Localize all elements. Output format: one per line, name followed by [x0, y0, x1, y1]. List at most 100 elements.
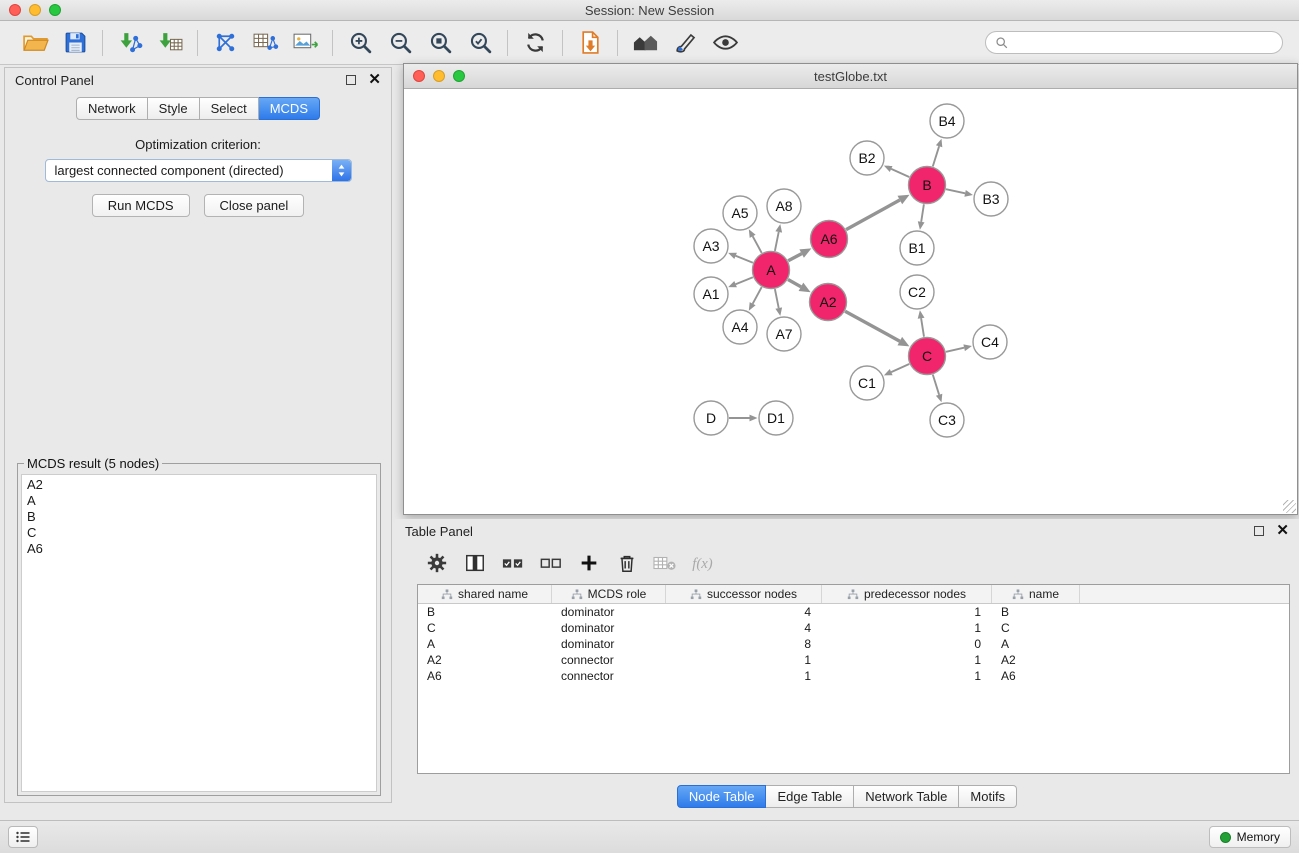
graph-node-A[interactable]: A — [753, 252, 790, 289]
tab-select[interactable]: Select — [200, 97, 259, 120]
table-row[interactable]: A6connector11A6 — [418, 668, 1289, 684]
select-all-button[interactable] — [499, 549, 527, 577]
close-panel-icon-button[interactable]: ✕ — [368, 75, 381, 85]
graph-edge-A-A6[interactable] — [788, 254, 802, 261]
graph-edge-A-A4[interactable] — [753, 287, 762, 304]
result-item[interactable]: A6 — [27, 541, 371, 557]
minimize-window-button[interactable] — [29, 4, 41, 16]
import-document-button[interactable] — [572, 27, 608, 59]
zoom-selected-button[interactable] — [462, 27, 498, 59]
close-table-panel-button[interactable]: ✕ — [1276, 526, 1289, 536]
new-network-table-button[interactable] — [247, 27, 283, 59]
close-window-button[interactable] — [9, 4, 21, 16]
result-item[interactable]: B — [27, 509, 371, 525]
column-header[interactable]: MCDS role — [552, 585, 666, 603]
graph-node-D[interactable]: D — [694, 401, 728, 435]
column-header[interactable]: shared name — [418, 585, 552, 603]
graph-node-B[interactable]: B — [909, 167, 946, 204]
unselect-all-button[interactable] — [537, 549, 565, 577]
graph-edge-A6-B[interactable] — [846, 200, 900, 230]
result-item[interactable]: A2 — [27, 477, 371, 493]
network-share-button[interactable] — [207, 27, 243, 59]
zoom-in-button[interactable] — [342, 27, 378, 59]
column-header[interactable]: predecessor nodes — [822, 585, 992, 603]
graph-node-C1[interactable]: C1 — [850, 366, 884, 400]
add-row-button[interactable] — [575, 549, 603, 577]
graph-edge-B-B4[interactable] — [933, 146, 939, 166]
resize-grip[interactable] — [1283, 500, 1296, 513]
graph-node-A8[interactable]: A8 — [767, 189, 801, 223]
graph-edge-A-A7[interactable] — [775, 289, 779, 308]
graph-node-A3[interactable]: A3 — [694, 229, 728, 263]
tab-node-table[interactable]: Node Table — [677, 785, 767, 808]
graph-edge-B-B2[interactable] — [891, 169, 909, 177]
network-close-button[interactable] — [413, 70, 425, 82]
open-session-button[interactable] — [17, 27, 53, 59]
graph-edge-C-C3[interactable] — [933, 375, 939, 395]
tab-style[interactable]: Style — [148, 97, 200, 120]
column-header[interactable]: name — [992, 585, 1080, 603]
delete-table-button[interactable] — [651, 549, 679, 577]
tab-edge-table[interactable]: Edge Table — [766, 785, 854, 808]
import-table-button[interactable] — [152, 27, 188, 59]
memory-button[interactable]: Memory — [1209, 826, 1291, 848]
graph-node-C[interactable]: C — [909, 338, 946, 375]
zoom-window-button[interactable] — [49, 4, 61, 16]
column-button[interactable] — [461, 549, 489, 577]
graph-node-C3[interactable]: C3 — [930, 403, 964, 437]
graph-node-A1[interactable]: A1 — [694, 277, 728, 311]
network-canvas[interactable]: AA1A2A3A4A5A6A7A8BB1B2B3B4CC1C2C3C4DD1 — [404, 89, 1297, 514]
tab-network[interactable]: Network — [76, 97, 148, 120]
table-settings-button[interactable] — [423, 549, 451, 577]
panel-menu-button[interactable] — [8, 826, 38, 848]
graph-edge-C-C4[interactable] — [946, 348, 964, 352]
table-row[interactable]: Adominator80A — [418, 636, 1289, 652]
delete-row-button[interactable] — [613, 549, 641, 577]
graph-edge-A-A8[interactable] — [775, 232, 779, 251]
style-brush-button[interactable] — [667, 27, 703, 59]
graph-edge-A-A3[interactable] — [736, 256, 753, 263]
home-button[interactable] — [627, 27, 663, 59]
zoom-fit-button[interactable] — [422, 27, 458, 59]
network-graph[interactable]: AA1A2A3A4A5A6A7A8BB1B2B3B4CC1C2C3C4DD1 — [404, 89, 1297, 514]
show-hide-button[interactable] — [707, 27, 743, 59]
graph-edge-A-A5[interactable] — [753, 236, 762, 253]
result-item[interactable]: C — [27, 525, 371, 541]
graph-node-A4[interactable]: A4 — [723, 310, 757, 344]
table-row[interactable]: Bdominator41B — [418, 604, 1289, 620]
search-input[interactable] — [1014, 35, 1273, 50]
graph-node-C4[interactable]: C4 — [973, 325, 1007, 359]
graph-node-C2[interactable]: C2 — [900, 275, 934, 309]
float-panel-button[interactable] — [346, 75, 356, 85]
graph-node-B2[interactable]: B2 — [850, 141, 884, 175]
search-box[interactable] — [985, 31, 1283, 54]
column-header[interactable]: successor nodes — [666, 585, 822, 603]
refresh-layout-button[interactable] — [517, 27, 553, 59]
close-panel-button[interactable]: Close panel — [204, 194, 305, 217]
float-table-panel-button[interactable] — [1254, 526, 1264, 536]
graph-node-A6[interactable]: A6 — [811, 221, 848, 258]
tab-mcds[interactable]: MCDS — [259, 97, 320, 120]
graph-edge-A-A2[interactable] — [788, 280, 801, 287]
graph-edge-B-B1[interactable] — [921, 204, 924, 222]
graph-edge-A-A1[interactable] — [736, 277, 753, 284]
graph-edge-B-B3[interactable] — [946, 189, 965, 193]
criterion-dropdown[interactable]: largest connected component (directed) — [45, 159, 352, 182]
graph-node-A5[interactable]: A5 — [723, 196, 757, 230]
graph-node-D1[interactable]: D1 — [759, 401, 793, 435]
network-zoom-button[interactable] — [453, 70, 465, 82]
function-builder-button[interactable]: f(x) — [689, 549, 723, 577]
run-mcds-button[interactable]: Run MCDS — [92, 194, 190, 217]
table-row[interactable]: A2connector11A2 — [418, 652, 1289, 668]
tab-motifs[interactable]: Motifs — [959, 785, 1017, 808]
graph-edge-C-C2[interactable] — [921, 318, 924, 337]
graph-edge-A2-C[interactable] — [845, 311, 900, 341]
mcds-result-list[interactable]: A2ABCA6 — [21, 474, 377, 792]
graph-node-B1[interactable]: B1 — [900, 231, 934, 265]
result-item[interactable]: A — [27, 493, 371, 509]
save-session-button[interactable] — [57, 27, 93, 59]
graph-node-B4[interactable]: B4 — [930, 104, 964, 138]
graph-node-B3[interactable]: B3 — [974, 182, 1008, 216]
graph-edge-C-C1[interactable] — [891, 364, 909, 372]
tab-network-table[interactable]: Network Table — [854, 785, 959, 808]
